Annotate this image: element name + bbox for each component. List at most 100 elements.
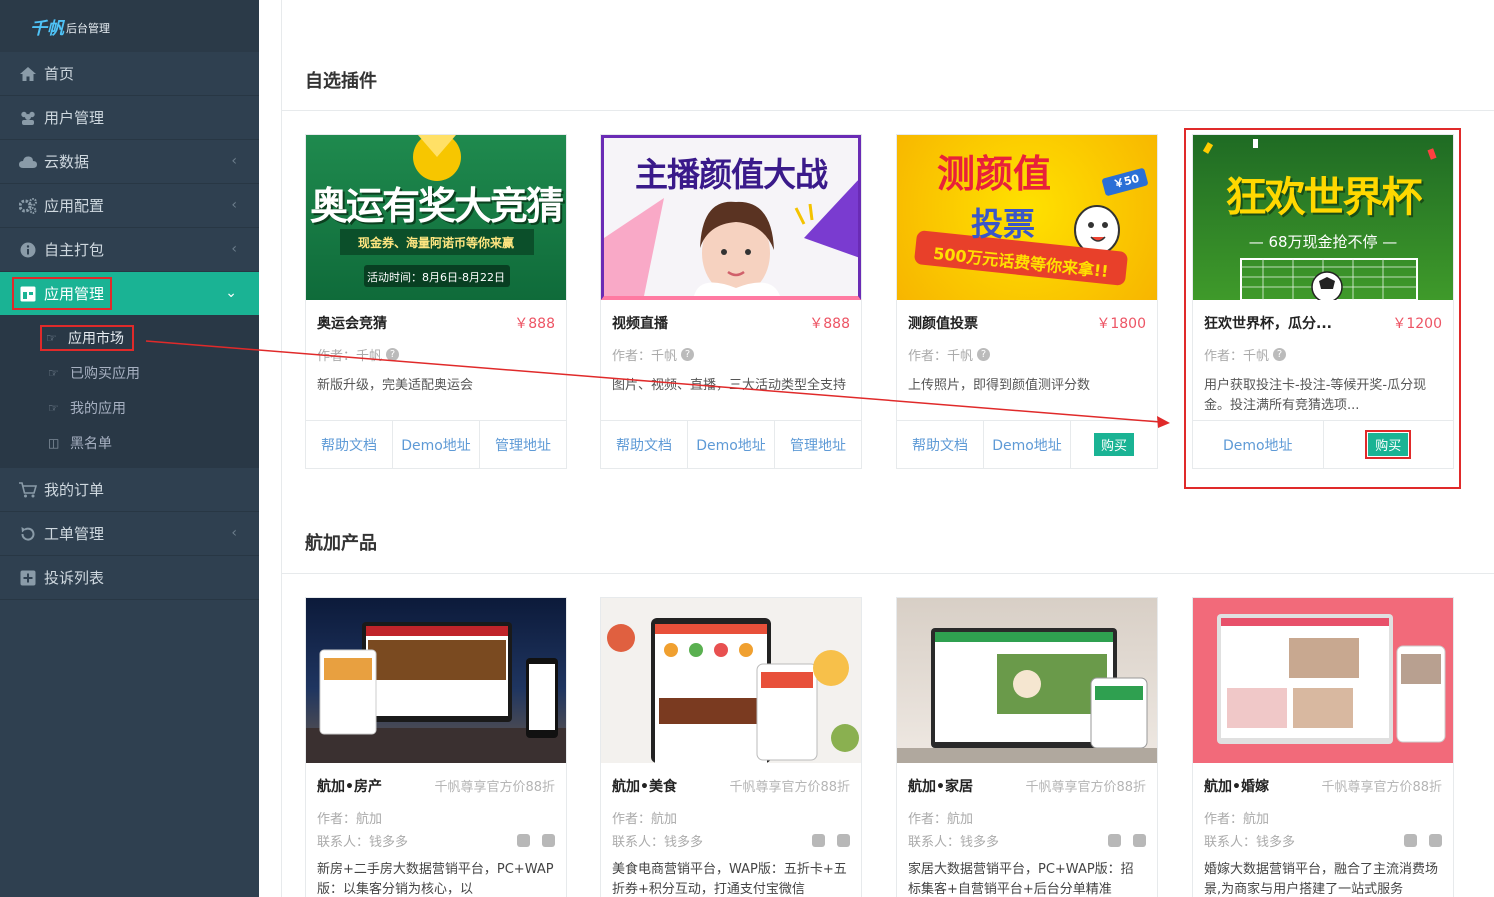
phone-icon[interactable] [1133,834,1146,847]
sidebar-subitem-my-apps[interactable]: ☞ 我的应用 [0,390,259,425]
plugin-banner[interactable]: 奥运有奖大竞猜 现金券、海量阿诺币等你来赢 活动时间：8月6日-8月22日 [306,135,566,300]
plugin-author: 作者：千帆? [601,333,861,364]
qq-icon[interactable] [1108,834,1121,847]
square-icon: ◫ [48,435,60,450]
qq-icon[interactable] [1404,834,1417,847]
phone-icon[interactable] [1429,834,1442,847]
banner-subline: — 68万现金抢不停 — [1248,233,1398,251]
admin-link[interactable]: 管理地址 [480,421,566,468]
demo-link[interactable]: Demo地址 [984,421,1071,468]
sidebar-item-my-orders[interactable]: 我的订单 [0,468,259,512]
plugin-description: 用户获取投注卡-投注-等候开奖-瓜分现金。投注满所有竞猜选项... [1204,378,1427,413]
demo-link[interactable]: Demo地址 [1193,421,1324,468]
sidebar-item-cloud-data[interactable]: 云数据 ‹ [0,140,259,184]
help-icon[interactable]: ? [386,348,400,361]
qq-icon[interactable] [812,834,825,847]
banner-headline-2: 投票 [971,205,1036,243]
sidebar-item-users[interactable]: 用户管理 [0,96,259,140]
help-docs-link[interactable]: 帮助文档 [601,421,688,468]
product-name[interactable]: 航加•婚嫁 [1204,776,1269,796]
plugin-name[interactable]: 狂欢世界杯，瓜分... [1204,313,1332,333]
gears-icon [18,197,38,215]
product-name[interactable]: 航加•房产 [317,776,382,796]
product-name[interactable]: 航加•家居 [908,776,973,796]
product-discount: 千帆尊享官方价88折 [1321,780,1442,795]
info-icon [18,241,38,259]
sidebar-item-self-pack[interactable]: 自主打包 ‹ [0,228,259,272]
phone-icon[interactable] [542,834,555,847]
sidebar-subitem-purchased-apps[interactable]: ☞ 已购买应用 [0,355,259,390]
demo-link[interactable]: Demo地址 [393,421,480,468]
sidebar-subitem-label: 我的应用 [70,400,126,417]
sidebar-item-home[interactable]: 首页 [0,52,259,96]
sidebar-item-label: 工单管理 [44,525,105,543]
sidebar-item-app-management[interactable]: 应用管理 ⌄ [0,272,259,316]
product-contact: 联系人：钱多多 [1193,827,1453,850]
help-icon[interactable]: ? [977,348,991,361]
sidebar-subitem-blacklist[interactable]: ◫ 黑名单 [0,425,259,460]
admin-link[interactable]: 管理地址 [775,421,861,468]
product-card: 航加•家居 千帆尊享官方价88折 作者：航加 联系人：钱多多 家居大数据营销平台，… [896,597,1158,897]
product-banner[interactable] [601,598,861,763]
plugin-banner[interactable]: 狂欢世界杯 — 68万现金抢不停 — [1193,135,1453,300]
sidebar-item-complaints[interactable]: 投诉列表 [0,556,259,600]
author-text: 作者：千帆 [908,349,974,364]
plugin-description: 新版升级，完美适配奥运会 [317,378,474,393]
help-docs-link[interactable]: 帮助文档 [897,421,984,468]
plugin-banner[interactable]: 测颜值 投票 ￥50 500万元话费等你来拿!! [897,135,1157,300]
sidebar-subitem-label: 黑名单 [70,435,112,452]
product-discount: 千帆尊享官方价88折 [1025,780,1146,795]
help-icon[interactable]: ? [1273,348,1287,361]
sidebar-subitem-label: 已购买应用 [70,365,140,382]
banner-subline: 现金券、海量阿诺币等你来赢 [357,236,514,250]
sidebar-item-tickets[interactable]: 工单管理 ‹ [0,512,259,556]
plugin-banner[interactable]: 主播颜值大战 [601,135,861,300]
plugin-price: ￥1800 [1096,316,1146,332]
plugin-description: 图片、视频、直播，三大活动类型全支持 [612,378,847,393]
help-icon[interactable]: ? [681,348,695,361]
plugin-price: ￥1200 [1392,316,1442,332]
sidebar-item-app-config[interactable]: 应用配置 ‹ [0,184,259,228]
section-title-plugins: 自选插件 [305,71,377,92]
contact-text: 联系人：钱多多 [317,835,409,850]
product-card: 航加•婚嫁 千帆尊享官方价88折 作者：航加 联系人：钱多多 婚嫁大数据营销平台，… [1192,597,1454,897]
divider [282,110,1494,111]
app-window: 千帆 后台管理 首页 用户管理 云数据 ‹ 应用配置 ‹ 自主打包 ‹ 应用管理… [0,0,1494,897]
phone-icon[interactable] [837,834,850,847]
hand-icon: ☞ [48,400,59,415]
demo-link[interactable]: Demo地址 [688,421,775,468]
sidebar-subitem-app-market[interactable]: ☞ 应用市场 [0,320,259,355]
help-docs-link[interactable]: 帮助文档 [306,421,393,468]
sidebar-item-label: 应用配置 [44,197,105,215]
product-banner[interactable] [1193,598,1453,763]
banner-headline: 测颜值 [937,151,1052,196]
hand-icon: ☞ [46,330,57,345]
author-text: 作者：千帆 [612,349,678,364]
product-author: 作者：航加 [908,812,974,827]
qq-icon[interactable] [517,834,530,847]
product-contact: 联系人：钱多多 [601,827,861,850]
product-banner[interactable] [306,598,566,763]
buy-button[interactable]: 购买 [1365,430,1412,459]
logo[interactable]: 千帆 后台管理 [0,0,259,52]
product-card: 航加•房产 千帆尊享官方价88折 作者：航加 联系人：钱多多 新房+二手房大数据营… [305,597,567,897]
plugin-name[interactable]: 奥运会竞猜 [317,313,387,333]
product-discount: 千帆尊享官方价88折 [729,780,850,795]
plugin-author: 作者：千帆? [897,333,1157,364]
plugin-card: 主播颜值大战 视频直播 ￥888 作者：千帆? 图片、视频、直播，三大活动类型全支… [600,134,862,469]
plugin-author: 作者：千帆? [1193,333,1453,364]
product-name[interactable]: 航加•美食 [612,776,677,796]
plugin-card: 狂欢世界杯 — 68万现金抢不停 — 狂欢世界杯，瓜分... ￥1200 作者：千… [1192,134,1454,469]
plugin-name[interactable]: 视频直播 [612,313,668,333]
plugin-description: 上传照片，即得到颜值测评分数 [908,378,1091,393]
plugin-name[interactable]: 测颜值投票 [908,313,978,333]
product-banner[interactable] [897,598,1157,763]
contact-text: 联系人：钱多多 [1204,835,1296,850]
home-icon [18,65,38,83]
buy-button[interactable]: 购买 [1093,433,1134,456]
users-icon [18,109,38,127]
contact-text: 联系人：钱多多 [908,835,1000,850]
main-content: 自选插件 奥运有奖大竞猜 现金券、海量阿诺币等你来赢 活动时间：8月6日-8月2… [281,0,1494,897]
buy-button-cell: 购买 [1324,421,1454,468]
sidebar-item-label: 投诉列表 [44,569,105,587]
